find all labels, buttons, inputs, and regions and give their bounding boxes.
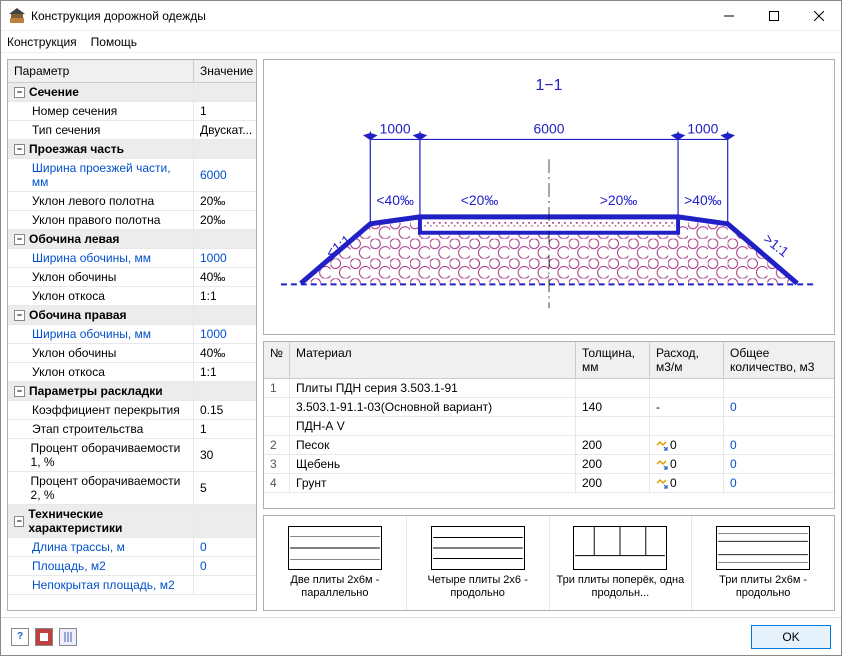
param-row[interactable]: Этап строительства1 xyxy=(8,420,256,439)
col-total: Общее количество, м3 xyxy=(724,342,834,378)
materials-body[interactable]: 1Плиты ПДН серия 3.503.1-913.503.1-91.1-… xyxy=(264,379,834,493)
param-row[interactable]: Уклон обочины40‰ xyxy=(8,268,256,287)
parameters-panel: Параметр Значение −СечениеНомер сечения1… xyxy=(7,59,257,611)
parameters-grid[interactable]: −СечениеНомер сечения1Тип сеченияДвускат… xyxy=(8,83,256,610)
slope-outer-right: >40‰ xyxy=(684,192,722,208)
param-row[interactable]: Непокрытая площадь, м2 xyxy=(8,576,256,595)
app-window: Конструкция дорожной одежды Конструкция … xyxy=(0,0,842,656)
dim-center: 6000 xyxy=(534,120,565,136)
param-row[interactable]: Уклон откоса1:1 xyxy=(8,287,256,306)
section-label: 1−1 xyxy=(536,77,563,94)
param-row[interactable]: Номер сечения1 xyxy=(8,102,256,121)
close-button[interactable] xyxy=(796,1,841,30)
col-idx: № xyxy=(264,342,290,378)
edit-icon[interactable] xyxy=(656,439,668,451)
param-row[interactable]: Уклон левого полотна20‰ xyxy=(8,192,256,211)
material-row[interactable]: 3Щебень20000 xyxy=(264,455,834,474)
edit-icon[interactable] xyxy=(656,477,668,489)
param-group[interactable]: −Сечение xyxy=(8,83,256,102)
layout-options: Две плиты 2х6м - параллельно Четыре плит… xyxy=(263,515,835,611)
app-icon xyxy=(9,8,25,24)
material-row[interactable]: 1Плиты ПДН серия 3.503.1-91 xyxy=(264,379,834,398)
edit-icon[interactable] xyxy=(656,458,668,470)
slope-inner-left: <20‰ xyxy=(461,192,499,208)
col-thickness: Толщина, мм xyxy=(576,342,650,378)
layout-two-parallel[interactable]: Две плиты 2х6м - параллельно xyxy=(264,516,407,610)
minimize-button[interactable] xyxy=(706,1,751,30)
menubar: Конструкция Помощь xyxy=(1,31,841,53)
collapse-icon[interactable]: − xyxy=(14,310,25,321)
collapse-icon[interactable]: − xyxy=(14,87,25,98)
cross-section-diagram: 1−1 1000 6000 1000 <40‰ xyxy=(263,59,835,335)
param-row[interactable]: Ширина обочины, мм1000 xyxy=(8,325,256,344)
materials-table: № Материал Толщина, мм Расход, м3/м Обще… xyxy=(263,341,835,509)
param-group[interactable]: −Обочина левая xyxy=(8,230,256,249)
slope-inner-right: >20‰ xyxy=(600,192,638,208)
param-row[interactable]: Уклон обочины40‰ xyxy=(8,344,256,363)
param-row[interactable]: Тип сеченияДвускат... xyxy=(8,121,256,140)
layout-label-0: Две плиты 2х6м - параллельно xyxy=(268,574,402,600)
layout-label-2: Три плиты поперёк, одна продольн... xyxy=(554,574,688,600)
param-row[interactable]: Ширина обочины, мм1000 xyxy=(8,249,256,268)
param-group[interactable]: −Обочина правая xyxy=(8,306,256,325)
report-icon[interactable] xyxy=(35,628,53,646)
material-row[interactable]: 4Грунт20000 xyxy=(264,474,834,493)
ok-button[interactable]: OK xyxy=(751,625,831,649)
param-row[interactable]: Процент оборачиваемости 1, %30 xyxy=(8,439,256,472)
menu-help[interactable]: Помощь xyxy=(91,35,137,49)
param-row[interactable]: Коэффициент перекрытия0.15 xyxy=(8,401,256,420)
collapse-icon[interactable]: − xyxy=(14,234,25,245)
collapse-icon[interactable]: − xyxy=(14,386,25,397)
col-consumption: Расход, м3/м xyxy=(650,342,724,378)
dim-left: 1000 xyxy=(380,120,411,136)
layout-label-3: Три плиты 2х6м - продольно xyxy=(696,574,830,600)
param-row[interactable]: Ширина проезжей части, мм6000 xyxy=(8,159,256,192)
col-material: Материал xyxy=(290,342,576,378)
maximize-button[interactable] xyxy=(751,1,796,30)
material-row[interactable]: ПДН-А V xyxy=(264,417,834,436)
collapse-icon[interactable]: − xyxy=(14,516,24,527)
param-row[interactable]: Длина трассы, м0 xyxy=(8,538,256,557)
collapse-icon[interactable]: − xyxy=(14,144,25,155)
titlebar: Конструкция дорожной одежды xyxy=(1,1,841,31)
layout-three-longitudinal[interactable]: Три плиты 2х6м - продольно xyxy=(692,516,834,610)
footer: ? OK xyxy=(1,617,841,655)
layout-three-cross-one-long[interactable]: Три плиты поперёк, одна продольн... xyxy=(550,516,693,610)
layout-label-1: Четыре плиты 2х6 - продольно xyxy=(411,574,545,600)
layout-four-longitudinal[interactable]: Четыре плиты 2х6 - продольно xyxy=(407,516,550,610)
material-row[interactable]: 2Песок20000 xyxy=(264,436,834,455)
window-title: Конструкция дорожной одежды xyxy=(31,9,706,23)
param-row[interactable]: Уклон откоса1:1 xyxy=(8,363,256,382)
menu-construction[interactable]: Конструкция xyxy=(7,35,77,49)
param-row[interactable]: Уклон правого полотна20‰ xyxy=(8,211,256,230)
param-group[interactable]: −Проезжая часть xyxy=(8,140,256,159)
param-group[interactable]: −Параметры раскладки xyxy=(8,382,256,401)
material-row[interactable]: 3.503.1-91.1-03(Основной вариант)140-0 xyxy=(264,398,834,417)
dim-right: 1000 xyxy=(687,120,718,136)
col-header-param: Параметр xyxy=(8,60,194,82)
help-icon[interactable]: ? xyxy=(11,628,29,646)
param-group[interactable]: −Технические характеристики xyxy=(8,505,256,538)
param-row[interactable]: Процент оборачиваемости 2, %5 xyxy=(8,472,256,505)
slope-outer-left: <40‰ xyxy=(376,192,414,208)
col-header-value: Значение xyxy=(194,60,256,82)
param-row[interactable]: Площадь, м20 xyxy=(8,557,256,576)
settings-icon[interactable] xyxy=(59,628,77,646)
